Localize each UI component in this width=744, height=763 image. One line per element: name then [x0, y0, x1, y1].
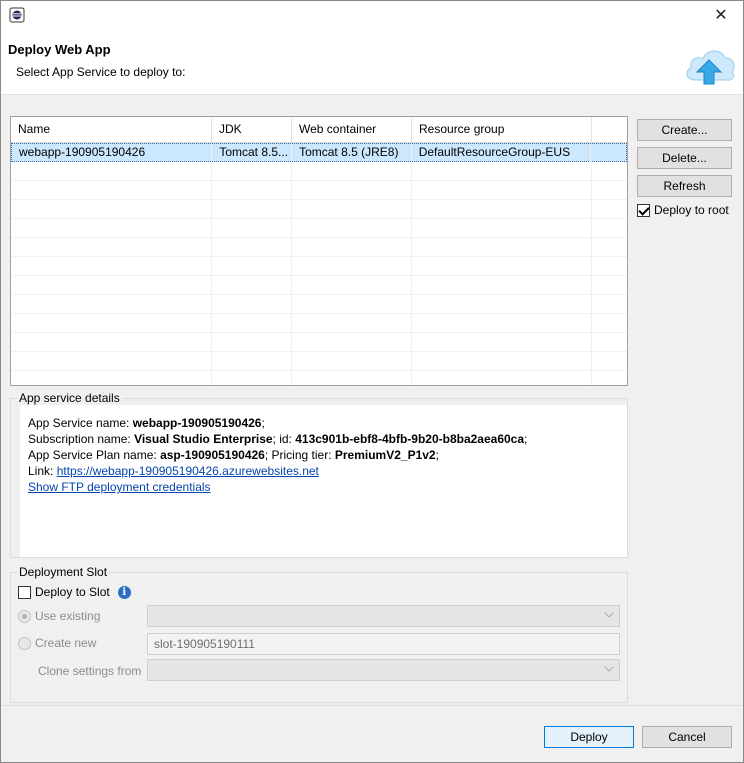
link-line: Link: https://webapp-190905190426.azurew…: [28, 464, 319, 478]
column-header-name[interactable]: Name: [11, 117, 212, 143]
delete-button[interactable]: Delete...: [637, 147, 732, 169]
create-button[interactable]: Create...: [637, 119, 732, 141]
refresh-button[interactable]: Refresh: [637, 175, 732, 197]
create-new-radio[interactable]: Create new: [18, 636, 96, 650]
dialog-header: Deploy Web App Select App Service to dep…: [1, 32, 743, 95]
table-row-empty: [11, 371, 627, 385]
column-header-jdk[interactable]: JDK: [212, 117, 292, 143]
table-row-empty: [11, 352, 627, 371]
cancel-button[interactable]: Cancel: [642, 726, 732, 748]
eclipse-app-icon: [9, 7, 25, 23]
deploy-to-slot-check[interactable]: [18, 585, 31, 599]
column-header-resource-group[interactable]: Resource group: [412, 117, 592, 143]
cell-jdk: Tomcat 8.5...: [212, 144, 293, 162]
deploy-to-slot-label: Deploy to Slot: [35, 585, 110, 599]
table-row[interactable]: webapp-190905190426 Tomcat 8.5... Tomcat…: [11, 143, 627, 162]
plan-name-value: asp-190905190426: [160, 448, 265, 462]
dialog-subtitle: Select App Service to deploy to:: [16, 65, 186, 79]
app-service-table[interactable]: Name JDK Web container Resource group we…: [10, 116, 628, 386]
deploy-web-app-dialog: ✕ Deploy Web App Select App Service to d…: [0, 0, 744, 763]
dialog-title: Deploy Web App: [8, 42, 111, 57]
column-header-filler: [592, 117, 627, 143]
table-row-empty: [11, 314, 627, 333]
deploy-to-root-check[interactable]: [637, 203, 650, 217]
table-row-empty: [11, 162, 627, 181]
subscription-id-value: 413c901b-ebf8-4bfb-9b20-b8ba2aea60ca: [295, 432, 525, 446]
cloud-upload-icon: [686, 50, 735, 85]
clone-settings-label: Clone settings from: [38, 664, 142, 678]
use-existing-label: Use existing: [35, 609, 101, 623]
table-row-empty: [11, 238, 627, 257]
cell-web-container: Tomcat 8.5 (JRE8): [292, 144, 412, 162]
table-body: webapp-190905190426 Tomcat 8.5... Tomcat…: [11, 143, 627, 385]
table-row-empty: [11, 200, 627, 219]
deploy-to-slot-checkbox[interactable]: Deploy to Slot i: [18, 585, 131, 599]
show-ftp-credentials-link[interactable]: Show FTP deployment credentials: [28, 480, 211, 494]
cell-name: webapp-190905190426: [12, 144, 213, 162]
webapp-url-link[interactable]: https://webapp-190905190426.azurewebsite…: [57, 464, 319, 478]
chevron-down-icon: [604, 608, 614, 618]
use-existing-radio-dot[interactable]: [18, 609, 31, 623]
pricing-tier-value: PremiumV2_P1v2: [334, 448, 436, 462]
create-new-radio-dot[interactable]: [18, 636, 31, 650]
existing-slot-dropdown[interactable]: [147, 605, 620, 627]
deployment-slot-label: Deployment Slot: [17, 565, 110, 579]
app-service-plan-line: App Service Plan name: asp-190905190426;…: [28, 448, 439, 462]
deploy-to-root-checkbox[interactable]: Deploy to root: [637, 203, 729, 217]
title-bar: ✕: [1, 1, 743, 32]
close-button[interactable]: ✕: [703, 3, 739, 29]
table-row-empty: [11, 295, 627, 314]
cell-resource-group: DefaultResourceGroup-EUS: [412, 144, 592, 162]
table-header: Name JDK Web container Resource group: [11, 117, 627, 143]
deploy-to-root-label: Deploy to root: [654, 203, 729, 217]
table-row-empty: [11, 333, 627, 352]
ftp-line: Show FTP deployment credentials: [28, 480, 211, 494]
app-service-name-value: webapp-190905190426: [132, 416, 262, 430]
column-header-web-container[interactable]: Web container: [292, 117, 412, 143]
deploy-button[interactable]: Deploy: [544, 726, 634, 748]
table-row-empty: [11, 276, 627, 295]
table-row-empty: [11, 219, 627, 238]
app-service-details-label: App service details: [17, 391, 122, 405]
clone-settings-dropdown[interactable]: [147, 659, 620, 681]
create-new-label: Create new: [35, 636, 97, 650]
subscription-line: Subscription name: Visual Studio Enterpr…: [28, 432, 528, 446]
use-existing-radio[interactable]: Use existing: [18, 609, 100, 623]
new-slot-name-field[interactable]: slot-190905190111: [147, 633, 620, 655]
info-icon[interactable]: i: [117, 585, 131, 599]
footer-divider: [1, 705, 743, 706]
table-row-empty: [11, 257, 627, 276]
table-row-empty: [11, 181, 627, 200]
chevron-down-icon: [604, 662, 614, 672]
app-service-name-line: App Service name: webapp-190905190426;: [28, 416, 265, 430]
subscription-name-value: Visual Studio Enterprise: [134, 432, 273, 446]
